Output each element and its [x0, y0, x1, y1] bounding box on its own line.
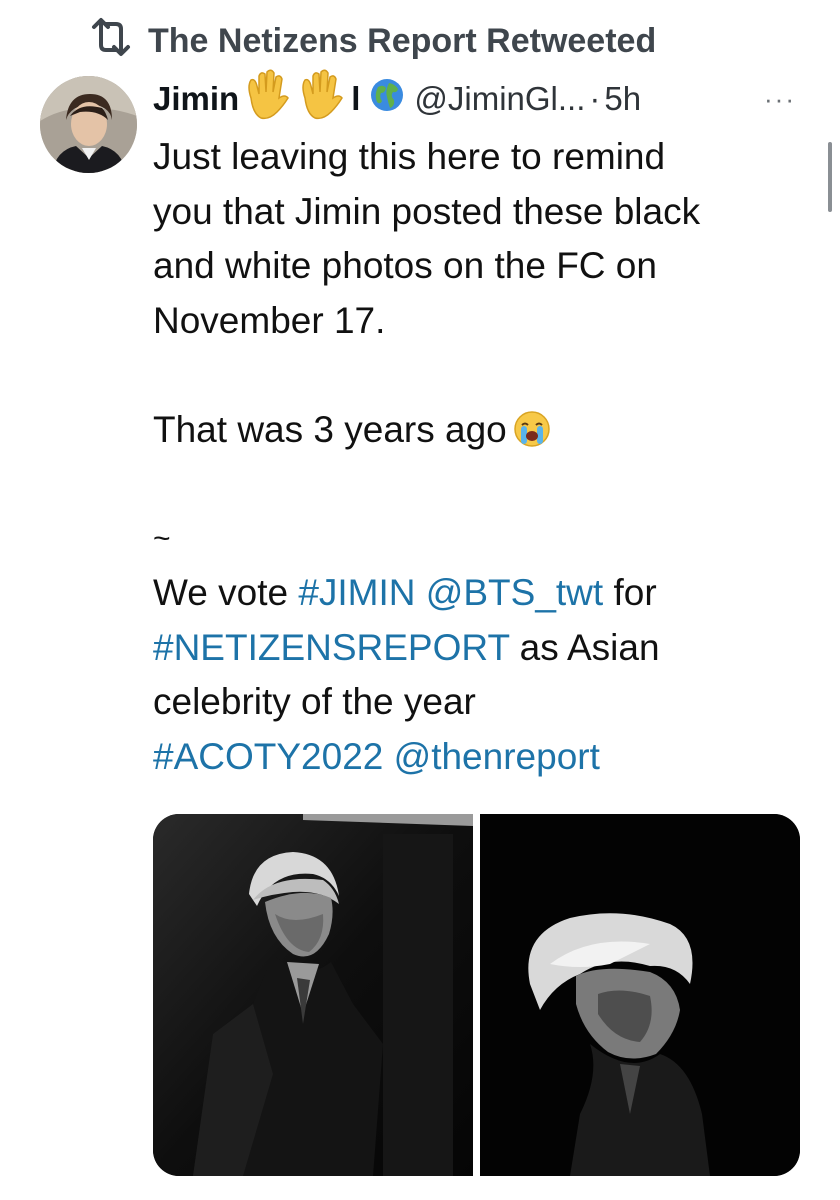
- retweet-banner-text: The Netizens Report Retweeted: [148, 21, 657, 60]
- scrollbar[interactable]: [828, 142, 832, 212]
- text-line: Just leaving this here to remind: [153, 136, 666, 177]
- text-fragment: [416, 572, 426, 613]
- author-name[interactable]: Jimin: [153, 80, 239, 118]
- text-line: you that Jimin posted these black: [153, 190, 701, 232]
- hashtag-link[interactable]: #ACOTY2022: [153, 736, 383, 777]
- tweet-timestamp[interactable]: 5h: [604, 80, 641, 118]
- text-fragment: We vote: [153, 572, 299, 613]
- black-and-white-photo-2[interactable]: [480, 814, 800, 1176]
- globe-icon: [370, 78, 414, 120]
- text-line: We vote #JIMIN @BTS_twt for: [153, 566, 823, 621]
- text-line: #NETIZENSREPORT as Asian: [153, 621, 823, 676]
- black-and-white-photo-1[interactable]: [153, 814, 473, 1176]
- author-handle[interactable]: @JiminGl...: [414, 80, 585, 118]
- mention-link[interactable]: @BTS_twt: [426, 572, 603, 613]
- author-name-end: l: [351, 80, 361, 117]
- hashtag-link[interactable]: #JIMIN: [298, 572, 415, 613]
- raised-hand-emoji: [295, 68, 345, 130]
- text-fragment: as Asian: [509, 626, 660, 668]
- separator-dot: ·: [589, 80, 601, 117]
- text-fragment: That was 3 years ago: [153, 408, 507, 450]
- tweet-header: Jimin l @JiminGl... · 5h: [153, 69, 641, 124]
- text-line: ~: [153, 521, 171, 555]
- text-line: November 17.: [153, 299, 386, 341]
- loudly-crying-face-emoji: [513, 409, 551, 447]
- name-emojis: [241, 68, 345, 130]
- retweet-banner[interactable]: The Netizens Report Retweeted: [88, 17, 657, 66]
- text-fragment: [383, 736, 393, 777]
- mention-link[interactable]: @thenreport: [394, 736, 600, 777]
- text-line: and white photos on the FC on: [153, 245, 657, 286]
- hashtag-link[interactable]: #NETIZENSREPORT: [153, 627, 509, 668]
- text-line: celebrity of the year: [153, 681, 476, 722]
- media-grid: [153, 814, 800, 1176]
- raised-hand-emoji: [241, 68, 291, 130]
- text-line: That was 3 years ago: [153, 403, 823, 458]
- tweet-text: Just leaving this here to remind you tha…: [153, 130, 823, 784]
- retweet-icon: [88, 17, 134, 66]
- avatar[interactable]: [40, 76, 137, 173]
- more-options-button[interactable]: ···: [764, 84, 796, 115]
- text-fragment: for: [603, 572, 657, 613]
- text-line: #ACOTY2022 @thenreport: [153, 730, 823, 785]
